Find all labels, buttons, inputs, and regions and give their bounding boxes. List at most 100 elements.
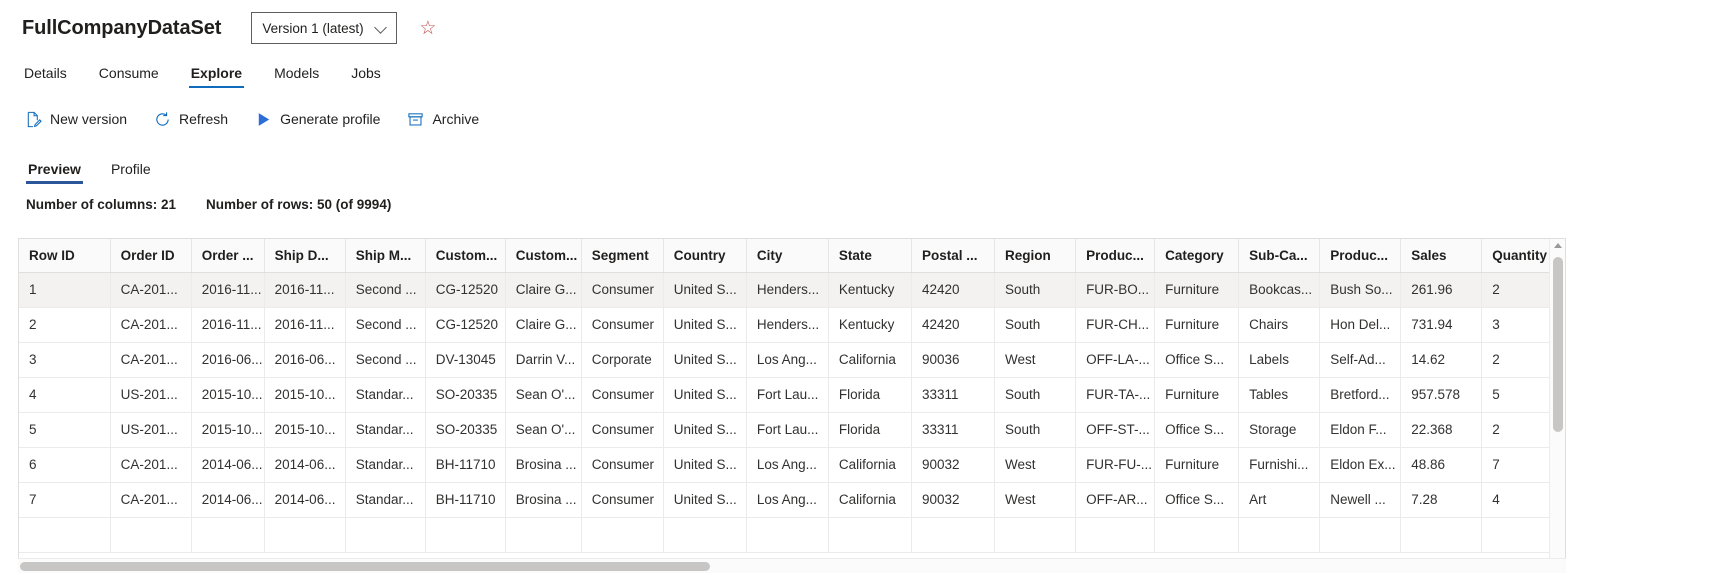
column-header-customer-name[interactable]: Custom...	[505, 239, 582, 273]
chevron-down-icon	[376, 22, 388, 34]
horizontal-scrollbar-thumb[interactable]	[20, 562, 710, 571]
horizontal-scrollbar[interactable]	[18, 558, 1566, 573]
cell: Consumer	[581, 482, 664, 518]
archive-button[interactable]: Archive	[406, 110, 479, 128]
cell: United S...	[663, 342, 747, 378]
cell: Eldon Ex...	[1319, 447, 1402, 483]
cell: CG-12520	[425, 307, 506, 343]
tab-jobs[interactable]: Jobs	[349, 65, 383, 88]
cell: Furnishi...	[1238, 447, 1321, 483]
cell: BH-11710	[425, 447, 506, 483]
cell: 33311	[911, 377, 996, 413]
cell: 2015-10...	[191, 412, 265, 448]
cell: California	[828, 447, 912, 483]
cell: 5	[19, 412, 111, 448]
column-header-city[interactable]: City	[746, 239, 829, 273]
cell: 90032	[911, 447, 996, 483]
cell: Office S...	[1154, 342, 1240, 378]
cell	[1400, 517, 1483, 553]
column-header-ship-date[interactable]: Ship D...	[264, 239, 346, 273]
table-row[interactable]: 1 CA-201... 2016-11... 2016-11... Second…	[19, 272, 1565, 308]
version-dropdown[interactable]: Version 1 (latest)	[251, 12, 398, 44]
archive-icon	[406, 110, 424, 128]
scroll-up-arrow-icon[interactable]	[1554, 243, 1562, 248]
cell: Tables	[1238, 377, 1321, 413]
cell: 2016-11...	[191, 307, 265, 343]
cell: United S...	[663, 307, 747, 343]
cell: CA-201...	[110, 307, 192, 343]
column-header-sub-category[interactable]: Sub-Ca...	[1238, 239, 1321, 273]
column-header-postal-code[interactable]: Postal ...	[911, 239, 996, 273]
cell: Fort Lau...	[746, 412, 829, 448]
cell	[911, 517, 996, 553]
tab-consume[interactable]: Consume	[97, 65, 161, 88]
cell: Brosina ...	[505, 482, 582, 518]
cell: West	[994, 482, 1077, 518]
table-row[interactable]: 3 CA-201... 2016-06... 2016-06... Second…	[19, 342, 1565, 378]
table-row[interactable]	[19, 517, 1565, 553]
favorite-star-icon[interactable]: ☆	[419, 19, 436, 38]
cell: CA-201...	[110, 342, 192, 378]
table-row[interactable]: 4 US-201... 2015-10... 2015-10... Standa…	[19, 377, 1565, 413]
table-row[interactable]: 6 CA-201... 2014-06... 2014-06... Standa…	[19, 447, 1565, 483]
archive-label: Archive	[432, 111, 480, 127]
tab-details[interactable]: Details	[22, 65, 69, 88]
cell: 3	[19, 342, 111, 378]
cell: 2015-10...	[264, 412, 346, 448]
generate-profile-button[interactable]: Generate profile	[254, 110, 380, 128]
tab-preview[interactable]: Preview	[26, 161, 83, 184]
column-header-region[interactable]: Region	[994, 239, 1077, 273]
table-row[interactable]: 2 CA-201... 2016-11... 2016-11... Second…	[19, 307, 1565, 343]
cell	[1319, 517, 1402, 553]
cell: Art	[1238, 482, 1321, 518]
cell: 42420	[911, 307, 996, 343]
table-row[interactable]: 5 US-201... 2015-10... 2015-10... Standa…	[19, 412, 1565, 448]
cell: South	[994, 272, 1077, 308]
cell: Labels	[1238, 342, 1321, 378]
column-header-state[interactable]: State	[828, 239, 912, 273]
column-header-segment[interactable]: Segment	[581, 239, 664, 273]
new-version-button[interactable]: New version	[24, 110, 127, 128]
column-header-order-date[interactable]: Order ...	[191, 239, 265, 273]
tab-models[interactable]: Models	[272, 65, 321, 88]
tab-profile[interactable]: Profile	[109, 161, 153, 184]
tab-explore[interactable]: Explore	[188, 65, 245, 88]
cell: 48.86	[1400, 447, 1483, 483]
column-header-category[interactable]: Category	[1154, 239, 1240, 273]
column-header-row-id[interactable]: Row ID	[19, 239, 111, 273]
cell: 6	[19, 447, 111, 483]
cell: BH-11710	[425, 482, 506, 518]
cell: CA-201...	[110, 272, 192, 308]
cell: 1	[19, 272, 111, 308]
cell	[663, 517, 747, 553]
cell: Consumer	[581, 307, 664, 343]
cell: South	[994, 377, 1077, 413]
cell: Eldon F...	[1319, 412, 1402, 448]
cell: 7.28	[1400, 482, 1483, 518]
column-header-product-id[interactable]: Produc...	[1075, 239, 1156, 273]
dataset-stats: Number of columns: 21 Number of rows: 50…	[0, 197, 1718, 212]
preview-table: Row ID Order ID Order ... Ship D... Ship…	[19, 239, 1565, 553]
table-row[interactable]: 7 CA-201... 2014-06... 2014-06... Standa…	[19, 482, 1565, 518]
cell: Fort Lau...	[746, 377, 829, 413]
cell: 2015-10...	[191, 377, 265, 413]
vertical-scrollbar-thumb[interactable]	[1553, 257, 1563, 432]
refresh-button[interactable]: Refresh	[153, 110, 228, 128]
cell	[191, 517, 265, 553]
column-header-country[interactable]: Country	[663, 239, 747, 273]
column-header-ship-mode[interactable]: Ship M...	[345, 239, 426, 273]
cell: Standar...	[345, 482, 426, 518]
generate-profile-label: Generate profile	[280, 111, 381, 127]
column-header-sales[interactable]: Sales	[1400, 239, 1483, 273]
cell: Sean O'...	[505, 412, 582, 448]
column-header-customer-id[interactable]: Custom...	[425, 239, 506, 273]
cell	[264, 517, 346, 553]
vertical-scrollbar[interactable]	[1549, 239, 1565, 558]
cell: FUR-TA-...	[1075, 377, 1156, 413]
refresh-icon	[153, 110, 171, 128]
new-version-label: New version	[50, 111, 128, 127]
cell: 2015-10...	[264, 377, 346, 413]
preview-profile-tabs: Preview Profile	[0, 154, 1718, 184]
column-header-order-id[interactable]: Order ID	[110, 239, 192, 273]
column-header-product-name[interactable]: Produc...	[1319, 239, 1402, 273]
